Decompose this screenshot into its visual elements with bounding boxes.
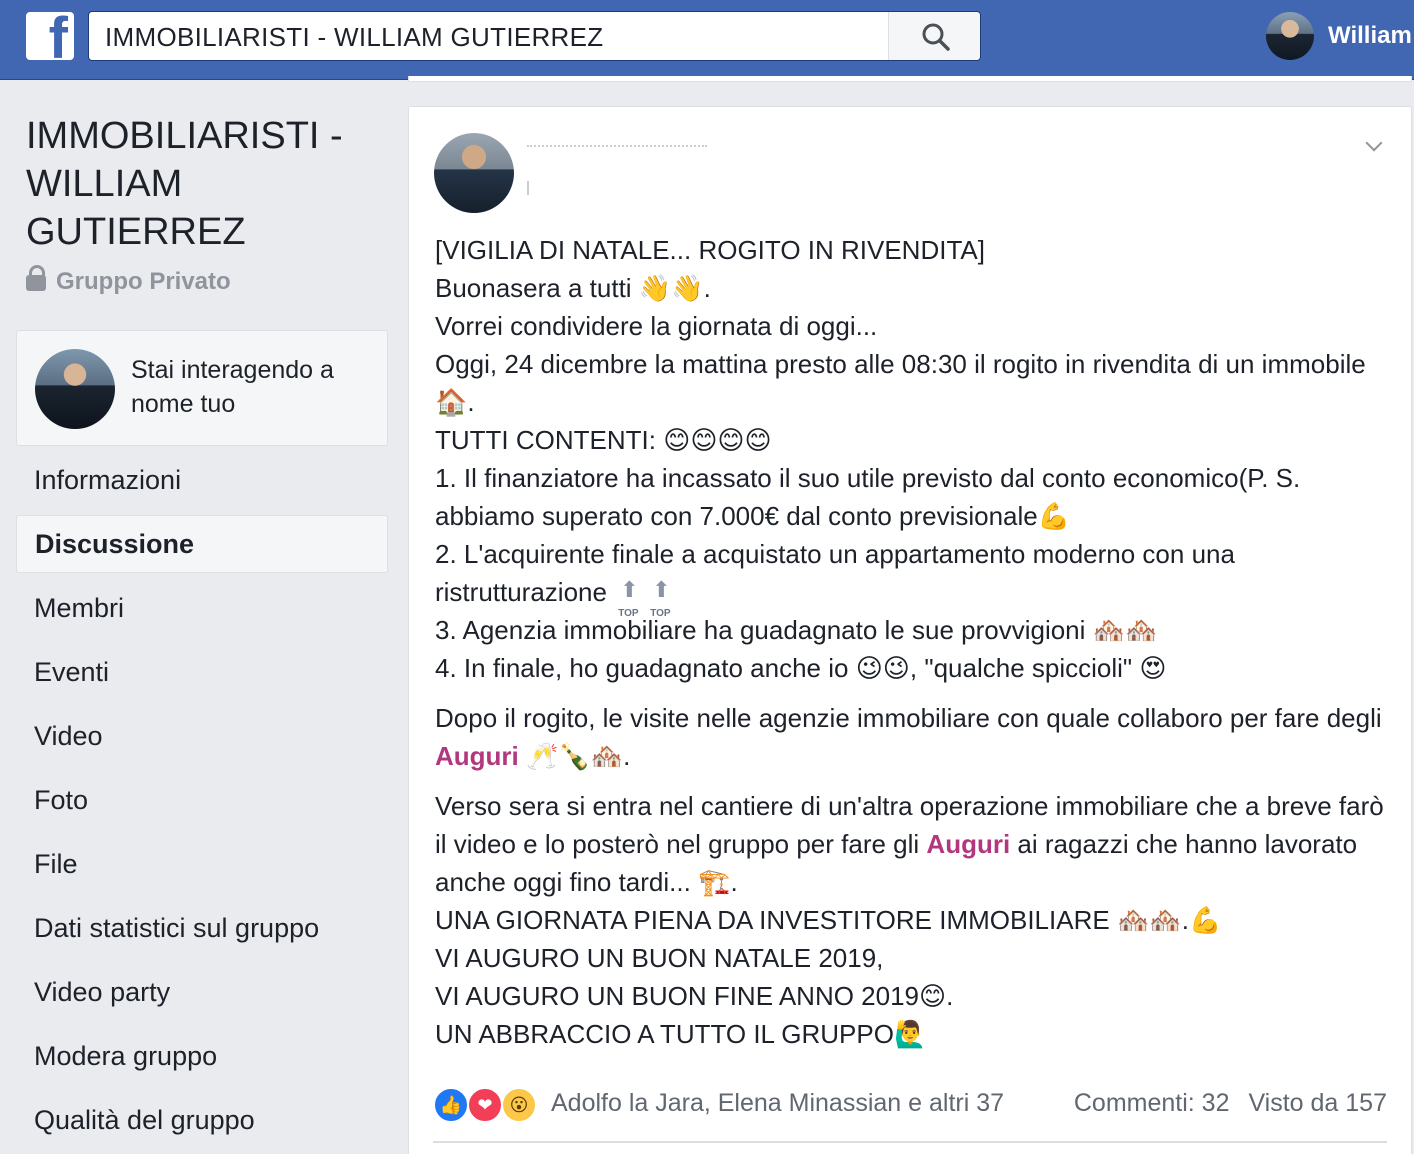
chevron-down-icon[interactable] — [1365, 137, 1383, 155]
nav-item-foto[interactable]: Foto — [16, 768, 388, 832]
hashtag-link[interactable]: Auguri — [926, 829, 1010, 859]
previous-post-edge — [408, 76, 1412, 82]
post-paragraph: Verso sera si entra nel cantiere di un'a… — [435, 791, 1384, 897]
post-line: 1. Il finanziatore ha incassato il suo u… — [435, 463, 1301, 531]
nav-item-membri[interactable]: Membri — [16, 576, 388, 640]
post-line: Oggi, 24 dicembre la mattina presto alle… — [435, 349, 1366, 417]
post-paragraph: Dopo il rogito, le visite nelle agenzie … — [435, 703, 1382, 771]
post-line: TUTTI CONTENTI: 😊😊😊😊 — [435, 425, 772, 455]
search-button[interactable] — [888, 12, 980, 60]
acting-as-box[interactable]: Stai interagendo a nome tuo — [16, 330, 388, 446]
like-reaction-icon[interactable]: 👍 — [433, 1087, 469, 1123]
group-privacy: Gruppo Privato — [26, 265, 231, 296]
avatar[interactable] — [1266, 12, 1314, 60]
privacy-label: Gruppo Privato — [56, 268, 231, 295]
top-arrow-icon — [618, 571, 640, 633]
group-nav: Informazioni Discussione Membri Eventi V… — [16, 448, 388, 1152]
houses-emoji-icon: 🏘️🏘️ — [1116, 905, 1182, 935]
post-time-redacted — [527, 181, 531, 195]
post-line: 2. L'acquirente finale a acquistato un a… — [435, 535, 1385, 633]
wow-reaction-icon[interactable]: 😮 — [501, 1087, 537, 1123]
facebook-logo-icon[interactable]: f — [26, 12, 74, 60]
toast-emoji-icon: 🥂🍾🏘️ — [526, 741, 624, 771]
reaction-names[interactable]: Adolfo la Jara, Elena Minassian e altri … — [551, 1089, 1004, 1118]
post-line: VI AUGURO UN BUON FINE ANNO 2019😊. — [435, 981, 954, 1011]
post-card: [VIGILIA DI NATALE... ROGITO IN RIVENDIT… — [408, 106, 1412, 1154]
post-line: UN ABBRACCIO A TUTTO IL GRUPPO🙋‍♂️ — [435, 1019, 927, 1049]
nav-item-video-party[interactable]: Video party — [16, 960, 388, 1024]
seen-count[interactable]: Visto da 157 — [1248, 1089, 1387, 1117]
user-name[interactable]: William — [1328, 22, 1412, 50]
hashtag-link[interactable]: Auguri — [435, 741, 519, 771]
heart-eyes-emoji-icon: 😍 — [1139, 653, 1167, 683]
nav-item-file[interactable]: File — [16, 832, 388, 896]
nav-item-modera-gruppo[interactable]: Modera gruppo — [16, 1024, 388, 1088]
nav-item-eventi[interactable]: Eventi — [16, 640, 388, 704]
wink-emoji-icon: 😉😉 — [855, 653, 910, 683]
post-line: Vorrei condividere la giornata di oggi..… — [435, 311, 878, 341]
houses-emoji-icon: 🏘️🏘️ — [1092, 615, 1158, 645]
post-line: Buonasera a tutti 👋👋. — [435, 273, 711, 303]
muscle-emoji-icon: 💪 — [1037, 501, 1071, 531]
post-line: [VIGILIA DI NATALE... ROGITO IN RIVENDIT… — [435, 235, 985, 265]
search-icon — [922, 23, 950, 51]
man-raising-hand-emoji-icon: 🙋‍♂️ — [893, 1019, 927, 1049]
nav-item-discussione[interactable]: Discussione — [16, 515, 388, 573]
post-line: VI AUGURO UN BUON NATALE 2019, — [435, 943, 884, 973]
post-stats: Commenti: 32 Visto da 157 — [1062, 1089, 1387, 1118]
top-bar: f IMMOBILIARISTI - WILLIAM GUTIERREZ Wil… — [0, 0, 1414, 80]
group-title[interactable]: IMMOBILIARISTI - WILLIAM GUTIERREZ — [26, 112, 386, 256]
nav-item-informazioni[interactable]: Informazioni — [16, 448, 388, 512]
post-line: UNA GIORNATA PIENA DA INVESTITORE IMMOBI… — [435, 905, 1222, 935]
acting-as-text: Stai interagendo a nome tuo — [131, 356, 334, 418]
nav-item-video[interactable]: Video — [16, 704, 388, 768]
love-reaction-icon[interactable]: ❤ — [467, 1087, 503, 1123]
lock-icon — [26, 265, 46, 291]
nav-item-qualita-gruppo[interactable]: Qualità del gruppo — [16, 1088, 388, 1152]
post-text: [VIGILIA DI NATALE... ROGITO IN RIVENDIT… — [435, 231, 1385, 1053]
post-line: 4. In finale, ho guadagnato anche io 😉😉,… — [435, 653, 1167, 683]
nav-item-dati-statistici[interactable]: Dati statistici sul gruppo — [16, 896, 388, 960]
reactions-bar: 👍 ❤ 😮 Adolfo la Jara, Elena Minassian e … — [433, 1087, 1387, 1127]
search-input[interactable]: IMMOBILIARISTI - WILLIAM GUTIERREZ — [105, 22, 603, 53]
divider — [433, 1141, 1387, 1143]
avatar — [35, 349, 115, 429]
author-avatar[interactable] — [434, 133, 514, 213]
house-emoji-icon: 🏠 — [435, 387, 468, 417]
crane-emoji-icon: 🏗️ — [698, 867, 731, 897]
search-bar[interactable]: IMMOBILIARISTI - WILLIAM GUTIERREZ — [88, 11, 981, 61]
author-name-redacted — [527, 145, 707, 153]
muscle-emoji-icon: 💪 — [1188, 905, 1222, 935]
post-line: 3. Agenzia immobiliare ha guadagnato le … — [435, 615, 1158, 645]
comments-count[interactable]: Commenti: 32 — [1074, 1089, 1230, 1117]
smile-emoji-icon: 😊😊😊😊 — [663, 425, 772, 455]
wave-emoji-icon: 👋👋 — [638, 273, 704, 303]
smile-emoji-icon: 😊 — [919, 981, 947, 1011]
top-arrow-icon — [650, 571, 672, 633]
